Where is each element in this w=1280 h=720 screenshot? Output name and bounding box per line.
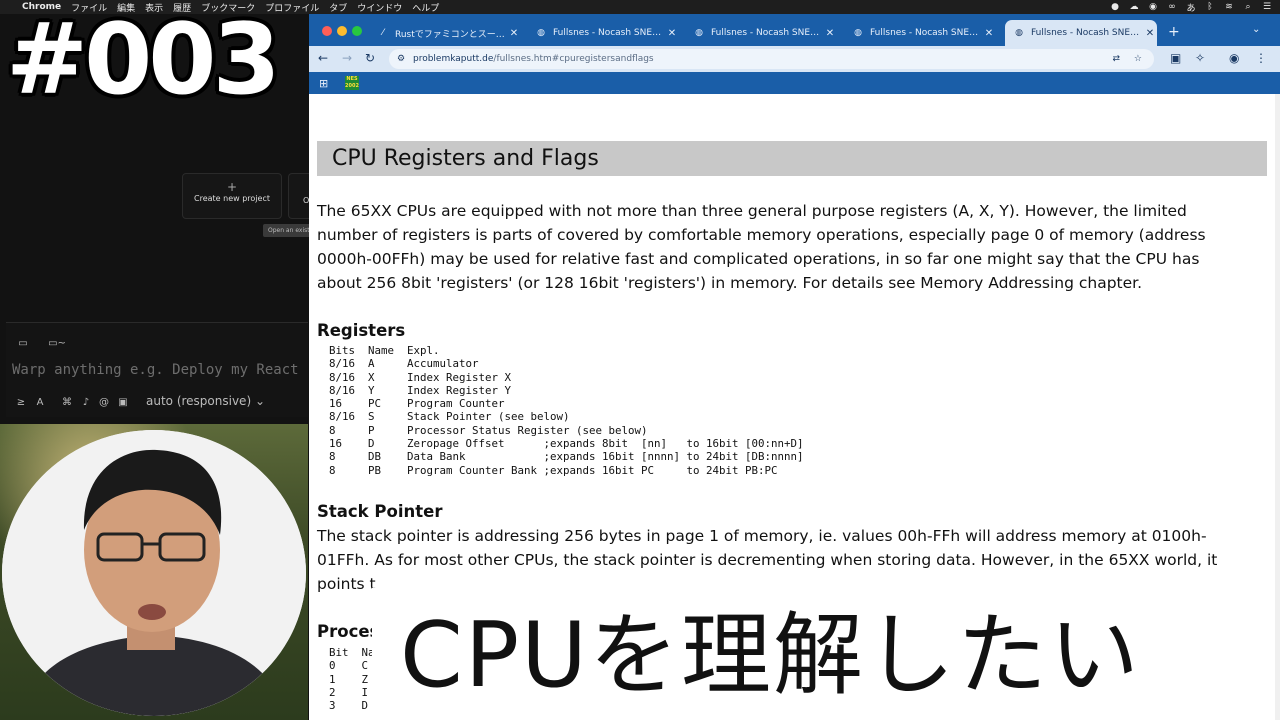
close-icon[interactable]: ✕ [982, 28, 996, 39]
back-icon[interactable]: ← [318, 51, 328, 65]
color-icon[interactable]: ◉ [1148, 2, 1158, 12]
page-title-bar: CPU Registers and Flags [317, 141, 1267, 176]
page-title: CPU Registers and Flags [332, 146, 599, 171]
globe-icon: ◍ [1015, 28, 1023, 38]
kebab-menu-icon[interactable]: ⋮ [1255, 51, 1267, 65]
address-bar[interactable]: ⚙ problemkaputt.de/fullsnes.htm#cpuregis… [389, 49, 1154, 69]
tab-fullsnes-active[interactable]: ◍ Fullsnes - Nocash SNES Spec ✕ [1005, 20, 1157, 46]
mention-icon[interactable]: @ [97, 394, 111, 410]
create-new-project-label: Create new project [194, 194, 270, 203]
menu-item-help[interactable]: ヘルプ [412, 1, 439, 14]
menu-item-tab[interactable]: タブ [329, 1, 347, 14]
menu-item-window[interactable]: ウインドウ [357, 1, 402, 14]
chat-icon[interactable]: ▭ [14, 335, 32, 351]
bookmarks-bar: ⊞ NES 2002 [309, 72, 1280, 94]
tab-fullsnes-2[interactable]: ◍ Fullsnes - Nocash SNES Spec ✕ [685, 20, 837, 46]
tab-title: Fullsnes - Nocash SNES Spec [870, 28, 982, 38]
puzzle-icon[interactable]: ✧ [1195, 51, 1205, 65]
command-icon[interactable]: ⌘ [60, 394, 74, 410]
tooltip: Open an exist [263, 224, 313, 237]
model-selector-label: auto (responsive) [146, 394, 252, 408]
tab-rust-famicom[interactable]: ⁄ Rustでファミコンとスーパーファミ ✕ [369, 20, 521, 46]
url-host: problemkaputt.de [413, 54, 494, 64]
folder-path: ~ [57, 337, 66, 349]
tab-search-icon[interactable]: ⌄ [1252, 24, 1260, 35]
ime-icon[interactable]: あ [1186, 1, 1196, 14]
minimize-window-button[interactable] [337, 26, 347, 36]
processor-status-table: Bit Na 0 C 1 Z 2 I 3 D [329, 646, 375, 713]
plus-icon: + [226, 180, 238, 194]
processor-status-heading: Proces [317, 622, 380, 641]
site-info-icon[interactable]: ⚙ [397, 49, 405, 69]
cloud-icon[interactable]: ☁ [1129, 2, 1139, 12]
creative-cloud-icon[interactable]: ∞ [1167, 2, 1177, 12]
registers-heading: Registers [317, 321, 406, 340]
record-icon[interactable]: ● [1110, 2, 1120, 12]
folder-icon: ▭ [48, 337, 58, 349]
extension-icon[interactable]: ▣ [1170, 51, 1181, 65]
intro-paragraph: The 65XX CPUs are equipped with not more… [317, 202, 1206, 292]
registers-table: Bits Name Expl. 8/16 A Accumulator 8/16 … [329, 344, 804, 477]
new-tab-button[interactable]: + [1168, 24, 1180, 40]
search-icon[interactable]: ⌕ [1243, 2, 1253, 12]
apps-grid-icon[interactable]: ⊞ [319, 77, 328, 90]
close-icon[interactable]: ✕ [507, 28, 521, 39]
close-window-button[interactable] [322, 26, 332, 36]
stack-pointer-heading: Stack Pointer [317, 502, 443, 521]
warp-icon: ⁄ [382, 28, 384, 38]
globe-icon: ◍ [537, 28, 545, 38]
browser-toolbar: ← → ↻ ⚙ problemkaputt.de/fullsnes.htm#cp… [309, 46, 1280, 72]
episode-number: #003 [6, 3, 281, 117]
folder-button[interactable]: ▭ ~ [42, 335, 72, 351]
tab-fullsnes-3[interactable]: ◍ Fullsnes - Nocash SNES Spec ✕ [844, 20, 996, 46]
tab-title: Rustでファミコンとスーパーファミ [395, 29, 507, 40]
bluetooth-icon[interactable]: ᛒ [1205, 2, 1215, 12]
terminal-mode-icon[interactable]: ≥ [14, 394, 28, 410]
model-selector[interactable]: auto (responsive) ⌄ [146, 394, 265, 408]
webcam-presenter [2, 430, 306, 716]
tab-title: Fullsnes - Nocash SNES Spec [1031, 28, 1143, 38]
zoom-window-button[interactable] [352, 26, 362, 36]
image-icon[interactable]: ▣ [116, 394, 130, 410]
presenter-illustration [2, 430, 306, 716]
tab-title: Fullsnes - Nocash SNES Spec [553, 28, 665, 38]
globe-icon: ◍ [695, 28, 703, 38]
create-new-project-card[interactable]: + Create new project [182, 173, 282, 219]
globe-icon: ◍ [854, 28, 862, 38]
warp-prompt-input[interactable]: Warp anything e.g. Deploy my React [12, 362, 308, 378]
microphone-icon[interactable]: ♪ [79, 394, 93, 410]
profile-avatar[interactable]: ◉ [1229, 51, 1239, 65]
tab-strip: ⁄ Rustでファミコンとスーパーファミ ✕ ◍ Fullsnes - Noca… [309, 14, 1280, 46]
open-project-card[interactable]: O [288, 173, 309, 219]
control-center-icon[interactable]: ☰ [1262, 2, 1272, 12]
page-scrollbar[interactable] [1275, 94, 1280, 720]
bookmark-nes-logo[interactable]: NES 2002 [345, 76, 359, 90]
close-icon[interactable]: ✕ [665, 28, 679, 39]
wifi-icon[interactable]: ≋ [1224, 2, 1234, 12]
bookmark-star-icon[interactable]: ☆ [1134, 49, 1142, 69]
close-icon[interactable]: ✕ [823, 28, 837, 39]
reload-icon[interactable]: ↻ [365, 51, 375, 65]
subtitle-caption: CPUを理解したい [400, 603, 1141, 708]
chevron-down-icon: ⌄ [254, 394, 266, 408]
forward-icon[interactable]: → [342, 51, 352, 65]
translate-icon[interactable]: ⇄ [1112, 49, 1120, 69]
close-icon[interactable]: ✕ [1143, 28, 1157, 39]
tab-fullsnes-1[interactable]: ◍ Fullsnes - Nocash SNES Spec ✕ [527, 20, 679, 46]
agent-mode-icon[interactable]: A [33, 394, 47, 410]
tab-title: Fullsnes - Nocash SNES Spec [711, 28, 823, 38]
url-path: /fullsnes.htm#cpuregistersandflags [493, 54, 654, 64]
